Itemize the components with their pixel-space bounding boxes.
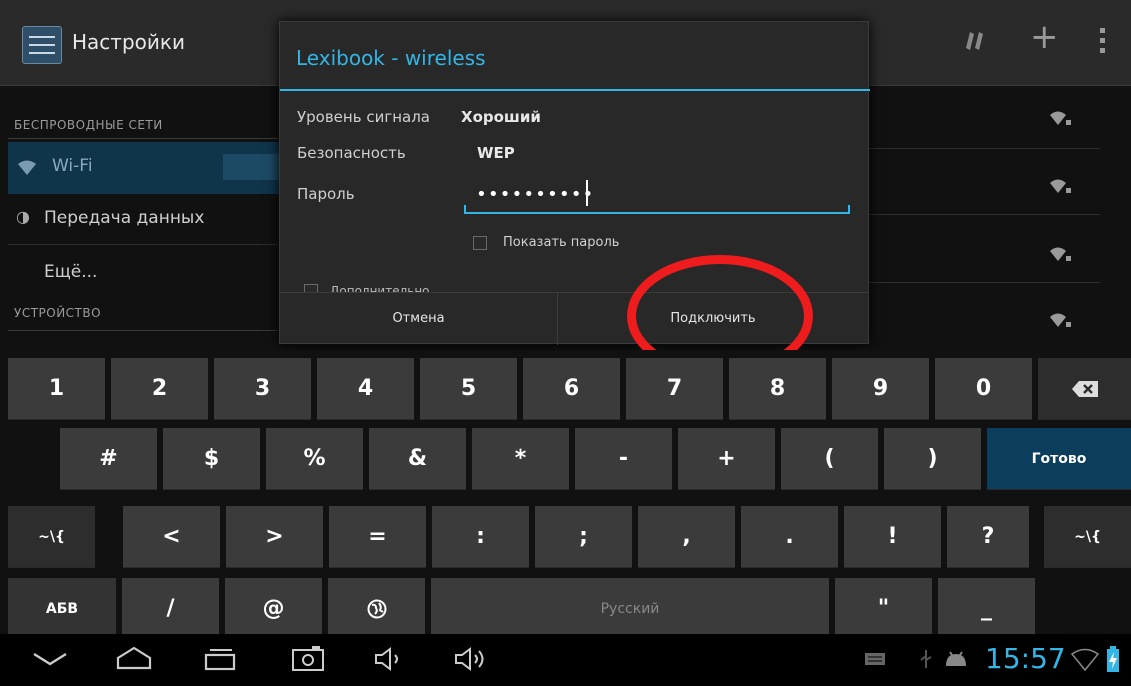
symbols-shift-key-right[interactable]: ~\{ <box>1044 506 1131 568</box>
key-underscore[interactable]: _ <box>938 578 1035 640</box>
language-key[interactable] <box>328 578 425 640</box>
key-7[interactable]: 7 <box>626 358 723 420</box>
advanced-options-checkbox[interactable] <box>304 284 318 292</box>
settings-app-icon[interactable] <box>22 26 62 64</box>
key-4[interactable]: 4 <box>317 358 414 420</box>
add-network-icon[interactable]: + <box>1030 20 1059 54</box>
key-semicolon[interactable]: ; <box>535 506 632 568</box>
key-asterisk[interactable]: * <box>472 428 569 490</box>
backspace-icon <box>1071 380 1098 397</box>
key-period[interactable]: . <box>741 506 838 568</box>
status-clock: 15:57 <box>985 642 1066 675</box>
password-label: Пароль <box>297 185 355 203</box>
done-key[interactable]: Готово <box>987 428 1131 490</box>
android-debug-icon <box>946 651 966 666</box>
section-wireless-networks: БЕСПРОВОДНЫЕ СЕТИ <box>14 118 163 132</box>
key-equals[interactable]: = <box>329 506 426 568</box>
key-minus[interactable]: - <box>575 428 672 490</box>
dialog-title-divider <box>280 89 870 91</box>
key-comma[interactable]: , <box>638 506 735 568</box>
sync-icon[interactable] <box>958 26 988 56</box>
key-9[interactable]: 9 <box>832 358 929 420</box>
key-open-paren[interactable]: ( <box>781 428 878 490</box>
recent-apps-icon[interactable] <box>200 644 240 674</box>
key-5[interactable]: 5 <box>420 358 517 420</box>
sidebar-item-more[interactable]: Ещё... <box>44 262 97 282</box>
key-quote[interactable]: " <box>835 578 932 640</box>
key-ampersand[interactable]: & <box>369 428 466 490</box>
show-password-checkbox[interactable] <box>473 236 487 250</box>
key-greater-than[interactable]: > <box>226 506 323 568</box>
wifi-signal-icon <box>1050 247 1071 261</box>
symbols-shift-key-left[interactable]: ~\{ <box>8 506 95 568</box>
space-key[interactable]: Русский <box>431 578 829 640</box>
advanced-options-label: Дополнительно <box>330 284 430 292</box>
hide-keyboard-icon[interactable] <box>30 644 70 674</box>
key-1[interactable]: 1 <box>8 358 105 420</box>
key-close-paren[interactable]: ) <box>884 428 981 490</box>
key-dollar[interactable]: $ <box>163 428 260 490</box>
volume-down-icon[interactable] <box>372 644 406 674</box>
data-usage-icon: ◑ <box>16 207 30 226</box>
cancel-button[interactable]: Отмена <box>280 293 557 345</box>
alphabet-key[interactable]: АБВ <box>8 578 116 640</box>
sidebar-item-data-usage[interactable]: Передача данных <box>44 208 204 228</box>
key-0[interactable]: 0 <box>935 358 1032 420</box>
wifi-toggle[interactable] <box>223 154 283 180</box>
key-at[interactable]: @ <box>225 578 322 640</box>
dialog-title: Lexibook - wireless <box>296 46 486 70</box>
password-masked-value: •••••••••• <box>476 184 595 205</box>
key-percent[interactable]: % <box>266 428 363 490</box>
overflow-menu-icon[interactable] <box>1100 28 1106 58</box>
wifi-signal-icon <box>1050 313 1071 327</box>
text-cursor <box>586 180 588 206</box>
delete-key[interactable] <box>1038 358 1131 420</box>
key-8[interactable]: 8 <box>729 358 826 420</box>
key-hash[interactable]: # <box>60 428 157 490</box>
globe-icon <box>367 599 386 618</box>
signal-strength-label: Уровень сигнала <box>297 108 430 126</box>
key-exclamation[interactable]: ! <box>844 506 941 568</box>
system-navigation-bar: 15:57 <box>0 634 1131 686</box>
keyboard-status-icon <box>865 653 885 665</box>
wifi-status-icon <box>1070 648 1100 672</box>
onscreen-keyboard: 1 2 3 4 5 6 7 8 9 0 # $ % & * - + ( ) Го… <box>0 350 1131 640</box>
battery-charging-icon <box>1107 646 1119 672</box>
sidebar-item-wifi-label: Wi-Fi <box>52 156 93 176</box>
key-slash[interactable]: / <box>122 578 219 640</box>
key-2[interactable]: 2 <box>111 358 208 420</box>
usb-icon <box>920 650 932 668</box>
show-password-label: Показать пароль <box>503 235 620 250</box>
security-value: WEP <box>477 144 515 162</box>
key-colon[interactable]: : <box>432 506 529 568</box>
screenshot-icon[interactable] <box>290 644 326 674</box>
home-icon[interactable] <box>112 644 156 674</box>
security-label: Безопасность <box>297 144 406 162</box>
password-field[interactable]: •••••••••• <box>464 178 850 214</box>
key-6[interactable]: 6 <box>523 358 620 420</box>
volume-up-icon[interactable] <box>452 644 492 674</box>
key-less-than[interactable]: < <box>123 506 220 568</box>
app-title: Настройки <box>72 30 185 54</box>
key-3[interactable]: 3 <box>214 358 311 420</box>
wifi-signal-icon <box>1050 179 1071 193</box>
key-question[interactable]: ? <box>947 506 1029 568</box>
signal-strength-value: Хороший <box>461 108 541 126</box>
section-device: УСТРОЙСТВО <box>14 306 102 320</box>
wifi-icon <box>18 160 36 175</box>
key-plus[interactable]: + <box>678 428 775 490</box>
wifi-signal-icon <box>1050 111 1071 125</box>
